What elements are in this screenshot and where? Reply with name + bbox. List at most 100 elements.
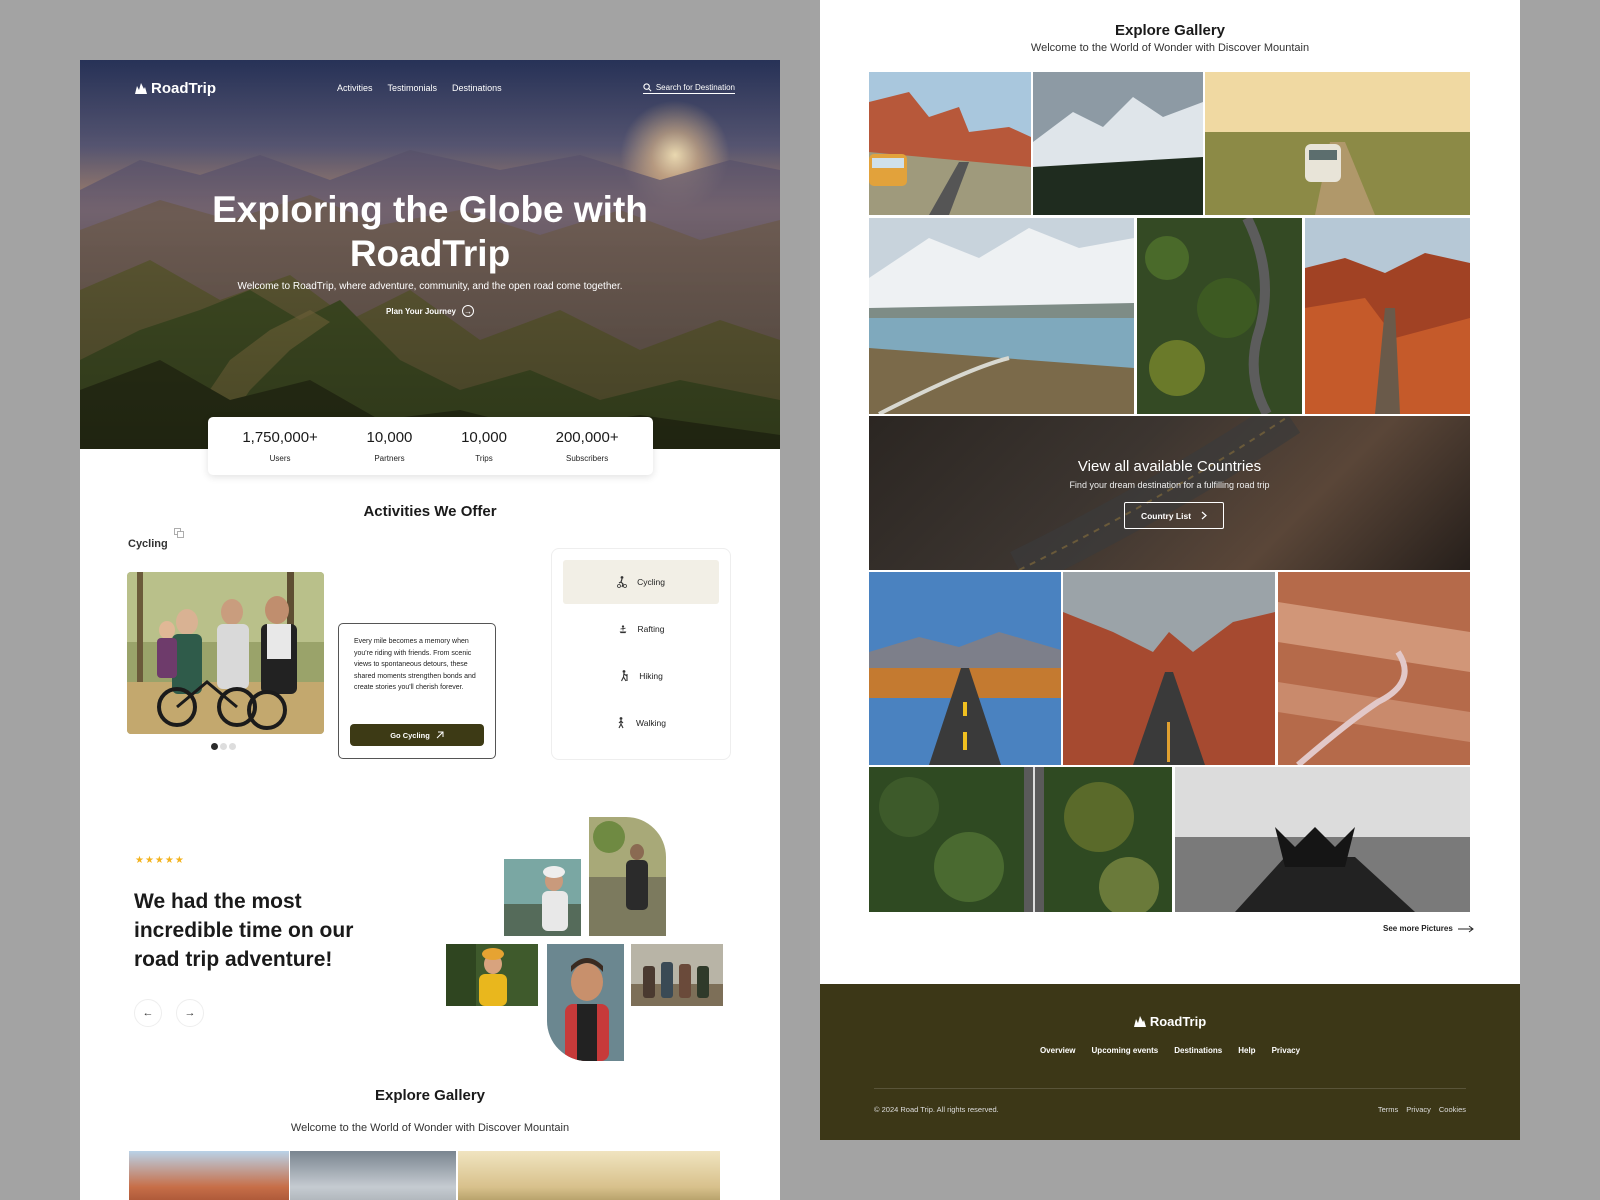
activity-item-label: Cycling: [637, 577, 665, 587]
gallery-photo-forest-road[interactable]: [1137, 218, 1302, 414]
countries-subtitle: Find your dream destination for a fulfil…: [1069, 480, 1270, 490]
footer-divider: [874, 1088, 1466, 1089]
testimonial-quote: We had the most incredible time on our r…: [134, 890, 354, 971]
logo[interactable]: RoadTrip: [135, 80, 216, 97]
countries-title: View all available Countries: [1077, 458, 1262, 475]
activity-list: Cycling Rafting Hiking Walking: [551, 548, 731, 760]
country-list-button[interactable]: Country List: [1124, 502, 1224, 529]
stat-value: 200,000+: [555, 429, 619, 446]
gallery-strip-canyon: [129, 1151, 289, 1200]
hero-section: RoadTrip Activities Testimonials Destina…: [80, 60, 780, 449]
cycling-photo: [127, 572, 324, 734]
footer-legal-cookies[interactable]: Cookies: [1439, 1105, 1466, 1114]
gallery-subtitle: Welcome to the World of Wonder with Disc…: [1030, 42, 1310, 54]
gallery-photo-desert-highway[interactable]: [869, 572, 1061, 765]
nav-links: Activities Testimonials Destinations: [337, 83, 502, 93]
gallery-photo-snowy-peaks[interactable]: [1033, 72, 1203, 215]
go-cycling-label: Go Cycling: [390, 730, 430, 740]
gallery-photo-van-field[interactable]: [1205, 72, 1470, 215]
footer-links: Overview Upcoming events Destinations He…: [820, 1046, 1520, 1055]
prev-testimonial-button[interactable]: ←: [134, 999, 162, 1027]
hero-title: Exploring the Globe with RoadTrip: [80, 188, 780, 276]
go-cycling-button[interactable]: Go Cycling: [350, 724, 484, 746]
search-icon: [643, 82, 652, 91]
see-more-pictures-link[interactable]: See more Pictures: [1383, 924, 1474, 933]
search-destination[interactable]: Search for Destination: [642, 82, 735, 94]
stats-card: 1,750,000+ Users 10,000 Partners 10,000 …: [208, 417, 653, 475]
footer-legal-links: Terms Privacy Cookies: [1378, 1105, 1466, 1114]
walking-icon: [618, 717, 624, 729]
stat-users: 1,750,000+ Users: [242, 429, 318, 463]
countries-bg-image: [1010, 416, 1301, 570]
hero-subtitle: Welcome to RoadTrip, where adventure, co…: [237, 281, 623, 292]
footer: RoadTrip Overview Upcoming events Destin…: [820, 984, 1520, 1140]
stat-label: Users: [269, 454, 291, 463]
activity-item-label: Rafting: [637, 624, 665, 634]
stat-partners: 10,000 Partners: [367, 429, 413, 463]
gallery-title: Explore Gallery: [1114, 22, 1226, 39]
stat-label: Partners: [374, 454, 405, 463]
gallery-photo-canyon-van[interactable]: [869, 72, 1031, 215]
countries-banner: View all available Countries Find your d…: [869, 416, 1470, 570]
footer-link-privacy[interactable]: Privacy: [1272, 1046, 1300, 1055]
activity-item-rafting[interactable]: Rafting: [563, 607, 719, 651]
long-arrow-right-icon: [1457, 925, 1474, 932]
activity-item-cycling[interactable]: Cycling: [563, 560, 719, 604]
carousel-dot[interactable]: [220, 743, 227, 750]
next-testimonial-button[interactable]: →: [176, 999, 204, 1027]
activities-title: Activities We Offer: [363, 503, 497, 520]
nav-link-activities[interactable]: Activities: [337, 83, 373, 93]
carousel-dot[interactable]: [229, 743, 236, 750]
plan-journey-button[interactable]: Plan Your Journey →: [80, 305, 780, 317]
testimonial-photo-cyclist: [504, 859, 581, 936]
hiking-icon: [621, 670, 628, 682]
testimonial-photo-woman-yellow: [446, 944, 538, 1006]
footer-legal-terms[interactable]: Terms: [1378, 1105, 1398, 1114]
cycling-icon: [617, 576, 627, 588]
footer-legal-privacy[interactable]: Privacy: [1406, 1105, 1431, 1114]
stat-value: 10,000: [461, 429, 507, 446]
stat-value: 1,750,000+: [242, 429, 318, 446]
logo-text: RoadTrip: [151, 79, 217, 97]
chevron-right-icon: [1201, 511, 1207, 520]
activity-item-hiking[interactable]: Hiking: [563, 654, 719, 698]
mountain-logo-icon: [135, 82, 147, 94]
gallery-title-left: Explore Gallery: [374, 1087, 486, 1104]
activity-description: Every mile becomes a memory when you're …: [354, 638, 476, 691]
nav-link-destinations[interactable]: Destinations: [452, 83, 502, 93]
footer-link-overview[interactable]: Overview: [1040, 1046, 1076, 1055]
footer-logo-text: RoadTrip: [1149, 1014, 1207, 1029]
gallery-photo-red-rock-road[interactable]: [1063, 572, 1275, 765]
footer-link-upcoming-events[interactable]: Upcoming events: [1092, 1046, 1159, 1055]
nav-link-testimonials[interactable]: Testimonials: [388, 83, 438, 93]
gallery-photo-lake-road[interactable]: [869, 218, 1134, 414]
carousel-dots: [211, 743, 236, 750]
footer-logo[interactable]: RoadTrip: [820, 1014, 1520, 1029]
see-more-label: See more Pictures: [1383, 924, 1453, 933]
activity-item-label: Hiking: [639, 671, 663, 681]
rating-stars: ★★★★★: [135, 855, 185, 866]
carousel-dot[interactable]: [211, 743, 218, 750]
stat-subscribers: 200,000+ Subscribers: [556, 429, 619, 463]
footer-link-destinations[interactable]: Destinations: [1174, 1046, 1222, 1055]
stat-label: Subscribers: [565, 454, 609, 463]
top-nav: RoadTrip Activities Testimonials Destina…: [135, 78, 735, 98]
mountain-logo-icon: [1133, 1016, 1146, 1027]
activity-description-card: Every mile becomes a memory when you're …: [338, 623, 496, 759]
arrow-left-icon: ←: [142, 1007, 154, 1019]
gallery-photo-sunroof-friends[interactable]: [1175, 767, 1470, 912]
gallery-photo-canyon-curve[interactable]: [1278, 572, 1470, 765]
testimonial-photo-hiker: [589, 817, 666, 936]
gallery-photo-aerial-highway[interactable]: [869, 767, 1172, 912]
testimonial-photo-kayaker: [547, 944, 624, 1061]
gallery-photo-red-canyon[interactable]: [1305, 218, 1470, 414]
footer-link-help[interactable]: Help: [1238, 1046, 1255, 1055]
hero-title-line2: RoadTrip: [349, 233, 511, 274]
arrow-right-icon: →: [184, 1007, 196, 1019]
search-label: Search for Destination: [655, 82, 735, 92]
plan-journey-label: Plan Your Journey: [386, 306, 456, 316]
activity-item-label: Walking: [636, 718, 666, 728]
arrow-up-right-icon: [436, 731, 444, 739]
activity-item-walking[interactable]: Walking: [563, 701, 719, 745]
footer-copyright: © 2024 Road Trip. All rights reserved.: [874, 1105, 999, 1114]
